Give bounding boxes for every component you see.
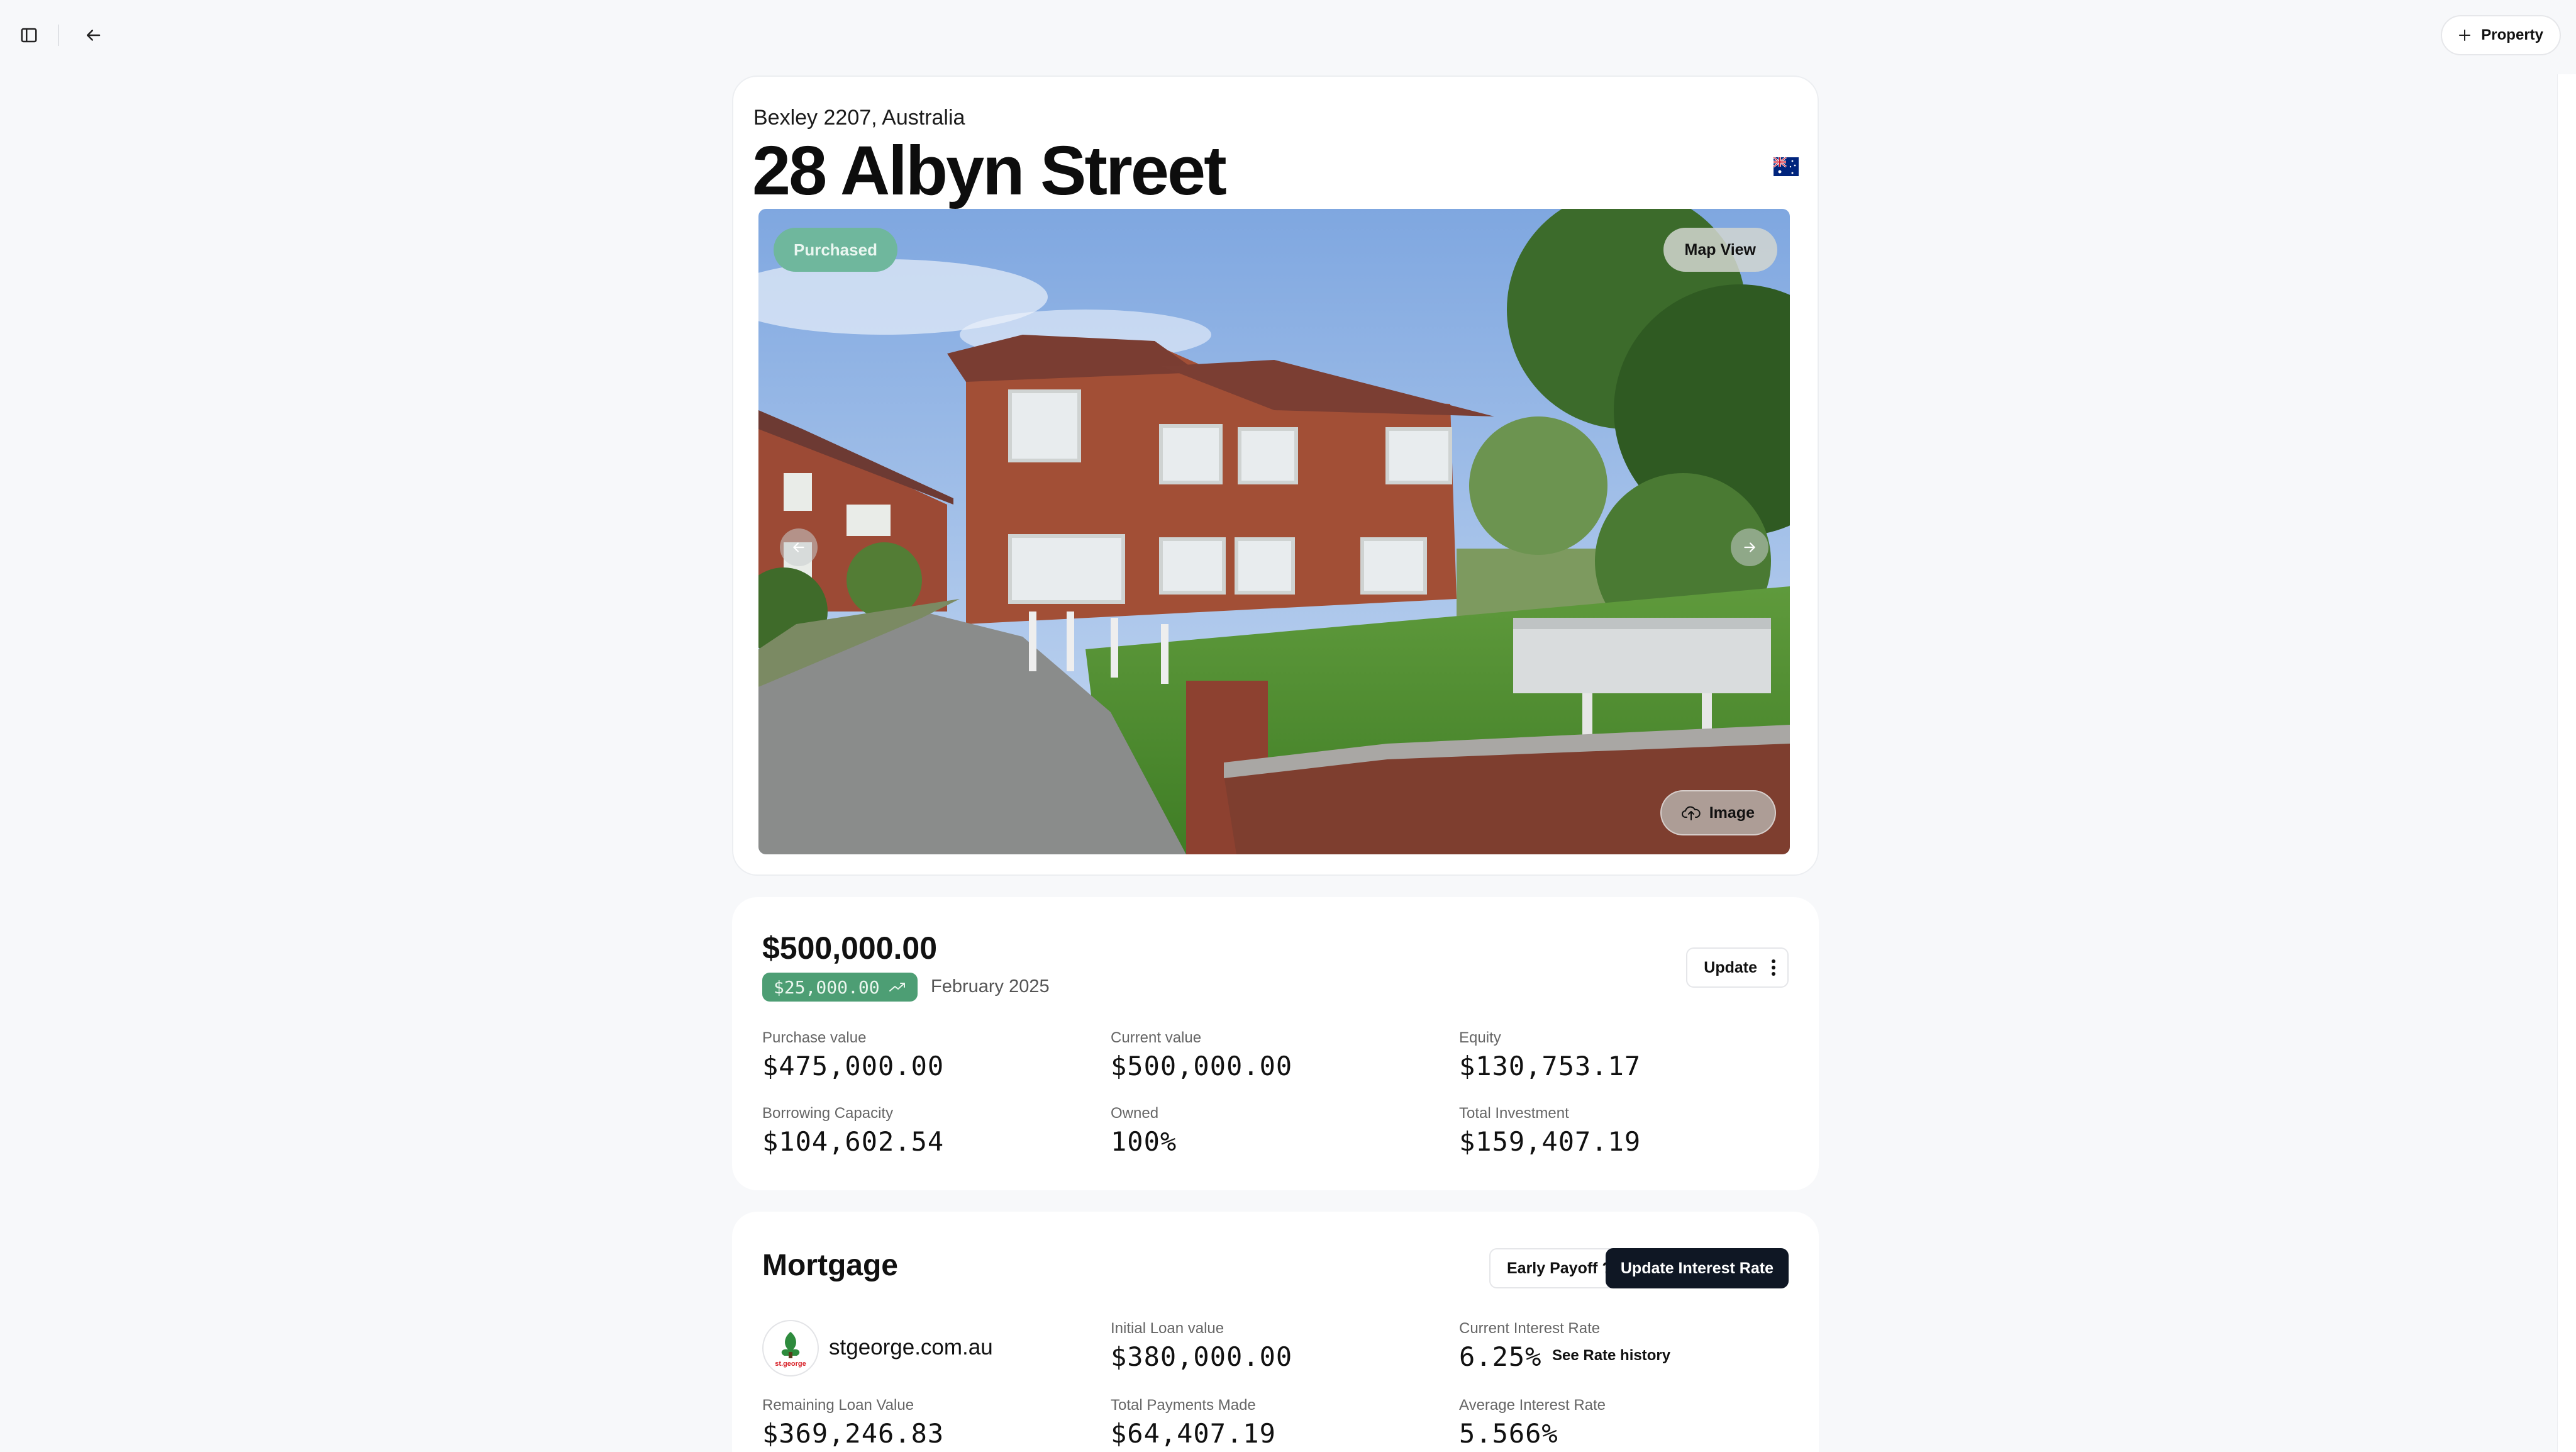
- update-valuation-button[interactable]: Update: [1686, 947, 1789, 988]
- stat-label: Borrowing Capacity: [762, 1105, 894, 1122]
- stat-value: 100%: [1111, 1126, 1177, 1157]
- next-image-button[interactable]: [1731, 528, 1768, 566]
- stat-value: $104,602.54: [762, 1126, 945, 1157]
- stat-label: Equity: [1459, 1029, 1501, 1046]
- arrow-right-icon: [1744, 542, 1755, 552]
- sidebar-toggle-icon[interactable]: [16, 23, 42, 48]
- upload-image-button[interactable]: Image: [1660, 790, 1776, 835]
- stat-current-value: Current value $500,000.00: [1111, 1029, 1292, 1081]
- more-vertical-icon[interactable]: [1771, 958, 1776, 977]
- stat-remaining-loan: Remaining Loan Value $369,246.83: [762, 1397, 944, 1449]
- update-label: Update: [1704, 958, 1757, 976]
- stat-value: $475,000.00: [762, 1051, 945, 1081]
- stat-label: Average Interest Rate: [1459, 1397, 1606, 1414]
- add-property-button[interactable]: Property: [2441, 15, 2561, 55]
- property-photo[interactable]: Purchased Map View Image: [758, 209, 1790, 854]
- stat-label: Initial Loan value: [1111, 1320, 1224, 1337]
- upload-image-label: Image: [1709, 803, 1755, 822]
- cloud-upload-icon: [1681, 806, 1701, 820]
- valuation-card: $500,000.00 $25,000.00 February 2025 Upd…: [732, 897, 1819, 1190]
- stat-label: Current Interest Rate: [1459, 1320, 1601, 1337]
- valuation-date: February 2025: [931, 976, 1050, 997]
- stat-initial-loan: Initial Loan value $380,000.00: [1111, 1320, 1292, 1372]
- stat-value: $64,407.19: [1111, 1418, 1276, 1449]
- stat-label: Total Payments Made: [1111, 1397, 1256, 1414]
- stat-label: Purchase value: [762, 1029, 867, 1046]
- stat-value: $159,407.19: [1459, 1126, 1641, 1157]
- stat-average-interest-rate: Average Interest Rate 5.566%: [1459, 1397, 1606, 1449]
- back-arrow-icon[interactable]: [80, 23, 106, 48]
- value-gain-badge: $25,000.00: [762, 973, 918, 1002]
- stat-total-payments: Total Payments Made $64,407.19: [1111, 1397, 1276, 1449]
- stat-label: Remaining Loan Value: [762, 1397, 914, 1414]
- stat-owned: Owned 100%: [1111, 1105, 1177, 1157]
- stat-label: Total Investment: [1459, 1105, 1569, 1122]
- map-view-button[interactable]: Map View: [1663, 228, 1777, 272]
- stat-label: Owned: [1111, 1105, 1159, 1122]
- stat-total-investment: Total Investment $159,407.19: [1459, 1105, 1641, 1157]
- lender-name: stgeorge.com.au: [829, 1335, 993, 1360]
- value-gain: $25,000.00: [774, 976, 880, 998]
- lender-logo-text: st.george: [775, 1360, 806, 1368]
- status-badge: Purchased: [774, 228, 897, 272]
- stat-value: 5.566%: [1459, 1418, 1558, 1449]
- top-toolbar: [16, 23, 106, 48]
- australia-flag-icon: [1773, 156, 1799, 176]
- current-valuation: $500,000.00: [762, 930, 938, 966]
- arrow-left-icon: [793, 542, 804, 552]
- stat-value: $369,246.83: [762, 1418, 945, 1449]
- update-interest-rate-button[interactable]: Update Interest Rate: [1605, 1248, 1789, 1288]
- property-hero-card: Bexley 2207, Australia 28 Albyn Street P…: [732, 75, 1819, 876]
- trending-up-icon: [889, 983, 905, 991]
- stat-value: $500,000.00: [1111, 1051, 1293, 1081]
- stat-label: Current value: [1111, 1029, 1202, 1046]
- add-property-label: Property: [2481, 26, 2543, 43]
- see-rate-history-link[interactable]: See Rate history: [1552, 1347, 1670, 1365]
- plus-icon: [2459, 30, 2471, 41]
- property-street-title: 28 Albyn Street: [752, 132, 1227, 209]
- lender-logo: st.george: [762, 1320, 819, 1377]
- mortgage-title: Mortgage: [762, 1249, 898, 1282]
- mortgage-card: Mortgage Early Payoff ? Update Interest …: [732, 1212, 1819, 1452]
- toolbar-divider: [58, 25, 59, 46]
- stat-value: $130,753.17: [1459, 1051, 1641, 1081]
- stat-value: $380,000.00: [1111, 1341, 1293, 1372]
- stat-equity: Equity $130,753.17: [1459, 1029, 1641, 1081]
- stat-purchase-value: Purchase value $475,000.00: [762, 1029, 944, 1081]
- prev-image-button[interactable]: [780, 528, 818, 566]
- property-suburb: Bexley 2207, Australia: [753, 106, 965, 130]
- stat-borrowing-capacity: Borrowing Capacity $104,602.54: [762, 1105, 944, 1157]
- scrollbar-track[interactable]: [2557, 74, 2576, 1452]
